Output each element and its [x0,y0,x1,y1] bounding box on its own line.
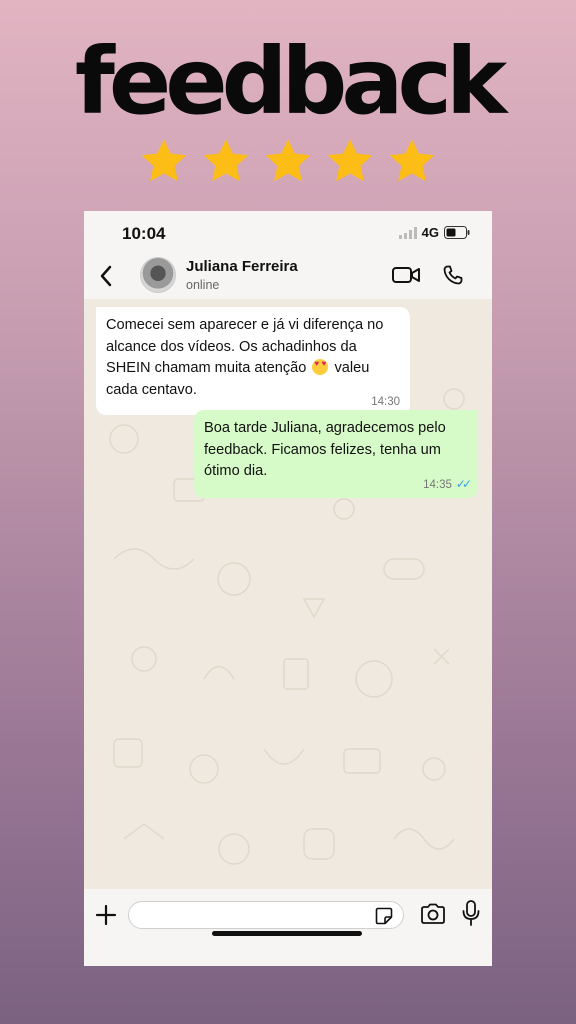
heart-eyes-emoji-icon [312,359,329,375]
sticker-icon[interactable] [375,907,393,925]
message-input[interactable] [128,901,404,929]
outgoing-message-text: Boa tarde Juliana, agradecemos pelo feed… [204,420,446,479]
status-indicators: 4G [398,225,470,240]
contact-name[interactable]: Juliana Ferreira [186,258,298,275]
plus-icon[interactable] [94,903,118,927]
chat-header: Juliana Ferreira online [84,253,492,299]
incoming-message[interactable]: Comecei sem aparecer e já vi diferença n… [96,307,410,415]
camera-icon[interactable] [420,903,446,925]
double-check-icon: ✓✓ [455,476,472,491]
star-icon [327,139,373,182]
home-indicator [212,931,362,936]
video-call-icon[interactable] [392,265,420,285]
network-type: 4G [421,225,439,240]
avatar[interactable] [140,257,176,293]
chat-screenshot: 10:04 4G Juliana Ferreira online Comecei… [84,211,492,966]
rating-stars [138,136,438,192]
banner-title: feedback [74,28,507,135]
battery-icon [444,226,470,239]
back-arrow-icon[interactable] [96,263,116,289]
star-icon [265,139,311,182]
contact-status: online [186,278,220,292]
voice-call-icon[interactable] [441,263,465,287]
star-icon [141,139,187,182]
status-time: 10:04 [122,224,166,243]
chat-area: Comecei sem aparecer e já vi diferença n… [84,299,492,889]
outgoing-message[interactable]: Boa tarde Juliana, agradecemos pelo feed… [194,410,478,498]
signal-icon [398,226,417,239]
microphone-icon[interactable] [462,900,480,926]
composer-bar [84,889,492,966]
star-icon [389,139,435,182]
outgoing-message-time: 14:35 [423,478,452,491]
status-bar: 10:04 4G [84,211,492,253]
star-icon [203,139,249,182]
